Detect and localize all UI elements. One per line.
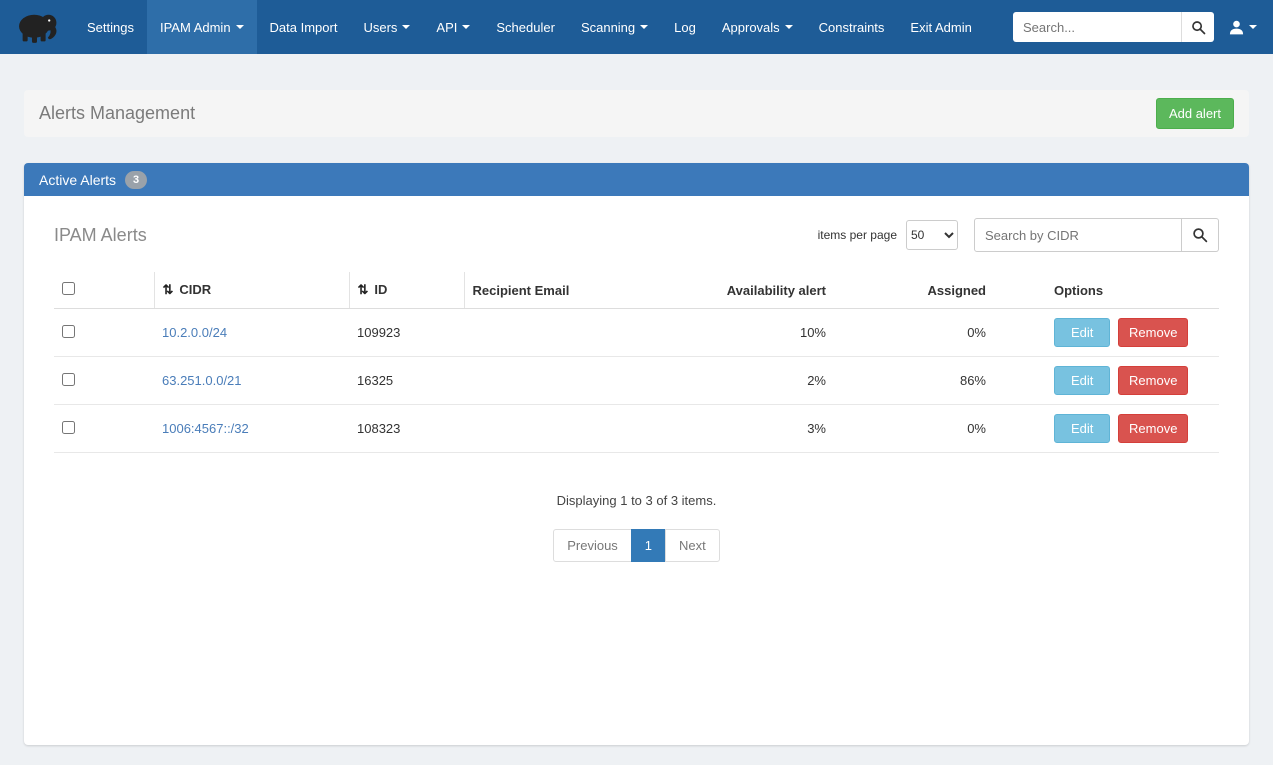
header-availability-alert: Availability alert: [714, 272, 834, 309]
nav-item-scanning[interactable]: Scanning: [568, 0, 661, 54]
select-all-header: [54, 272, 154, 309]
table-title: IPAM Alerts: [54, 225, 147, 246]
nav-item-ipam-admin[interactable]: IPAM Admin: [147, 0, 257, 54]
edit-button[interactable]: Edit: [1054, 414, 1110, 443]
cidr-link[interactable]: 10.2.0.0/24: [162, 325, 227, 340]
pagination-previous[interactable]: Previous: [553, 529, 632, 562]
top-navbar: Settings IPAM Admin Data Import Users AP…: [0, 0, 1273, 54]
items-per-page-select[interactable]: 50: [906, 220, 958, 250]
pagination-page-1[interactable]: 1: [631, 529, 666, 562]
sort-icon[interactable]: ⇅: [163, 282, 174, 297]
table-toolbar: IPAM Alerts items per page 50: [54, 218, 1219, 252]
sort-icon[interactable]: ⇅: [358, 282, 369, 297]
table-row: 63.251.0.0/21 16325 2% 86% Edit Remove: [54, 357, 1219, 405]
add-alert-button[interactable]: Add alert: [1156, 98, 1234, 129]
cidr-link[interactable]: 1006:4567::/32: [162, 421, 249, 436]
results-summary: Displaying 1 to 3 of 3 items.: [54, 493, 1219, 508]
alert-id: 16325: [349, 357, 464, 405]
cidr-search: [974, 218, 1219, 252]
navbar-right: [1013, 12, 1263, 42]
nav-item-api[interactable]: API: [423, 0, 483, 54]
availability-value: 2%: [714, 357, 834, 405]
remove-button[interactable]: Remove: [1118, 414, 1188, 443]
remove-button[interactable]: Remove: [1118, 366, 1188, 395]
panel-title: Active Alerts: [39, 172, 116, 188]
row-checkbox[interactable]: [62, 325, 75, 338]
row-checkbox[interactable]: [62, 373, 75, 386]
chevron-down-icon: [236, 25, 244, 29]
header-recipient-email: Recipient Email: [464, 272, 714, 309]
global-search-input[interactable]: [1013, 12, 1181, 42]
chevron-down-icon: [1249, 25, 1257, 29]
cidr-search-input[interactable]: [974, 218, 1182, 252]
recipient-email: [464, 405, 714, 453]
cidr-link[interactable]: 63.251.0.0/21: [162, 373, 242, 388]
elephant-logo-icon: [14, 8, 60, 46]
table-header-row: ⇅CIDR ⇅ID Recipient Email Availability a…: [54, 272, 1219, 309]
table-row: 10.2.0.0/24 109923 10% 0% Edit Remove: [54, 309, 1219, 357]
active-alerts-panel: Active Alerts 3 IPAM Alerts items per pa…: [24, 163, 1249, 745]
user-icon: [1228, 19, 1245, 36]
remove-button[interactable]: Remove: [1118, 318, 1188, 347]
nav-item-users[interactable]: Users: [350, 0, 423, 54]
alerts-table: ⇅CIDR ⇅ID Recipient Email Availability a…: [54, 272, 1219, 453]
chevron-down-icon: [785, 25, 793, 29]
assigned-value: 0%: [834, 405, 994, 453]
recipient-email: [464, 357, 714, 405]
nav-item-constraints[interactable]: Constraints: [806, 0, 898, 54]
page-header: Alerts Management Add alert: [24, 90, 1249, 137]
availability-value: 3%: [714, 405, 834, 453]
cidr-search-button[interactable]: [1182, 218, 1219, 252]
pagination: Previous 1 Next: [54, 529, 1219, 562]
edit-button[interactable]: Edit: [1054, 318, 1110, 347]
main-nav: Settings IPAM Admin Data Import Users AP…: [74, 0, 985, 54]
nav-item-approvals[interactable]: Approvals: [709, 0, 806, 54]
chevron-down-icon: [402, 25, 410, 29]
page-title: Alerts Management: [39, 103, 195, 124]
table-row: 1006:4567::/32 108323 3% 0% Edit Remove: [54, 405, 1219, 453]
select-all-checkbox[interactable]: [62, 282, 75, 295]
recipient-email: [464, 309, 714, 357]
alert-count-badge: 3: [125, 171, 147, 189]
assigned-value: 0%: [834, 309, 994, 357]
chevron-down-icon: [462, 25, 470, 29]
nav-item-log[interactable]: Log: [661, 0, 709, 54]
availability-value: 10%: [714, 309, 834, 357]
panel-heading: Active Alerts 3: [24, 163, 1249, 196]
row-checkbox[interactable]: [62, 421, 75, 434]
global-search: [1013, 12, 1214, 42]
header-assigned: Assigned: [834, 272, 994, 309]
alert-id: 109923: [349, 309, 464, 357]
nav-item-settings[interactable]: Settings: [74, 0, 147, 54]
pagination-next[interactable]: Next: [665, 529, 720, 562]
header-cidr[interactable]: ⇅CIDR: [154, 272, 349, 309]
user-menu[interactable]: [1228, 19, 1257, 36]
assigned-value: 86%: [834, 357, 994, 405]
search-icon: [1192, 227, 1208, 243]
alert-id: 108323: [349, 405, 464, 453]
edit-button[interactable]: Edit: [1054, 366, 1110, 395]
nav-item-data-import[interactable]: Data Import: [257, 0, 351, 54]
items-per-page-label: items per page: [818, 228, 897, 242]
header-options: Options: [994, 272, 1219, 309]
global-search-button[interactable]: [1181, 12, 1214, 42]
header-id[interactable]: ⇅ID: [349, 272, 464, 309]
nav-item-exit-admin[interactable]: Exit Admin: [897, 0, 984, 54]
chevron-down-icon: [640, 25, 648, 29]
phpipam-logo[interactable]: [14, 8, 60, 46]
nav-item-scheduler[interactable]: Scheduler: [483, 0, 568, 54]
search-icon: [1191, 20, 1206, 35]
